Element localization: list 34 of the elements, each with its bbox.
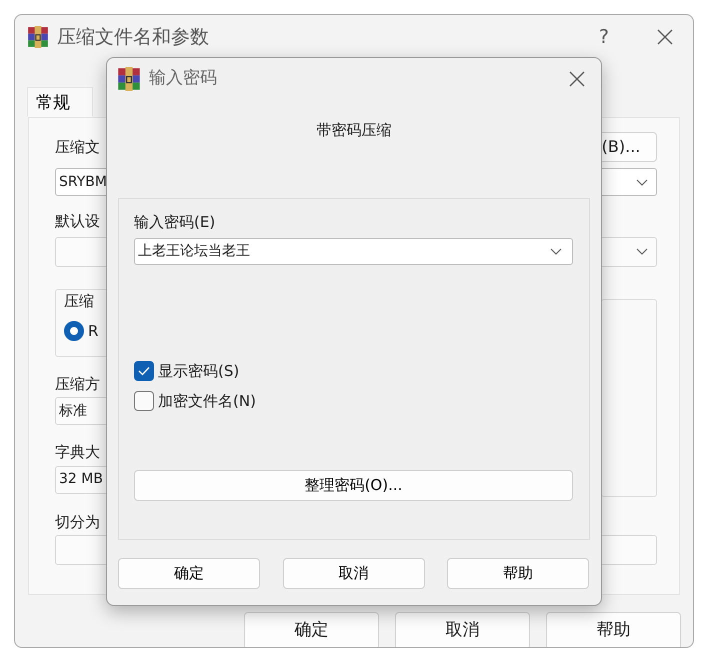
chevron-down-icon (636, 178, 648, 186)
close-icon[interactable] (657, 29, 673, 45)
dialog-button[interactable]: 取消 (282, 558, 424, 589)
app-icon (117, 67, 141, 91)
dialog-title: 输入密码 (149, 67, 218, 90)
chevron-down-icon (636, 248, 648, 255)
dialog-button[interactable]: 确定 (244, 612, 379, 647)
window-title: 压缩文件名和参数 (57, 24, 210, 50)
option-label: R (88, 321, 98, 342)
dialog-button[interactable]: 帮助 (546, 612, 681, 647)
field-label: 压缩方 (55, 374, 100, 394)
radio-button[interactable] (64, 321, 84, 342)
dialog-button[interactable]: 帮助 (447, 558, 589, 589)
dialog-button[interactable]: 取消 (395, 612, 530, 647)
checkbox[interactable] (134, 360, 154, 381)
app-icon (27, 26, 49, 48)
help-button[interactable]: ? (598, 22, 609, 52)
dialog-heading: 带密码压缩 (316, 121, 392, 139)
field-label: 字典大 (55, 442, 100, 463)
group-title: 压缩 (64, 290, 94, 312)
close-icon[interactable] (569, 71, 585, 87)
checkmark-icon (138, 366, 150, 376)
field-label: 输入密码(E) (134, 212, 216, 233)
tab[interactable]: 常规 (27, 87, 93, 117)
checkbox-label: 加密文件名(N) (158, 391, 256, 412)
field-label: 压缩文 (55, 136, 100, 158)
password-field[interactable]: 上老王论坛当老王 (134, 238, 573, 264)
organize-passwords-button[interactable]: 整理密码(O)... (134, 470, 573, 500)
field-label: 默认设 (55, 211, 100, 232)
checkbox[interactable] (134, 391, 154, 412)
dialog-button[interactable]: 确定 (118, 558, 260, 589)
chevron-down-icon (550, 248, 562, 254)
field-label: 切分为 (55, 512, 100, 532)
checkbox-label: 显示密码(S) (158, 360, 240, 382)
